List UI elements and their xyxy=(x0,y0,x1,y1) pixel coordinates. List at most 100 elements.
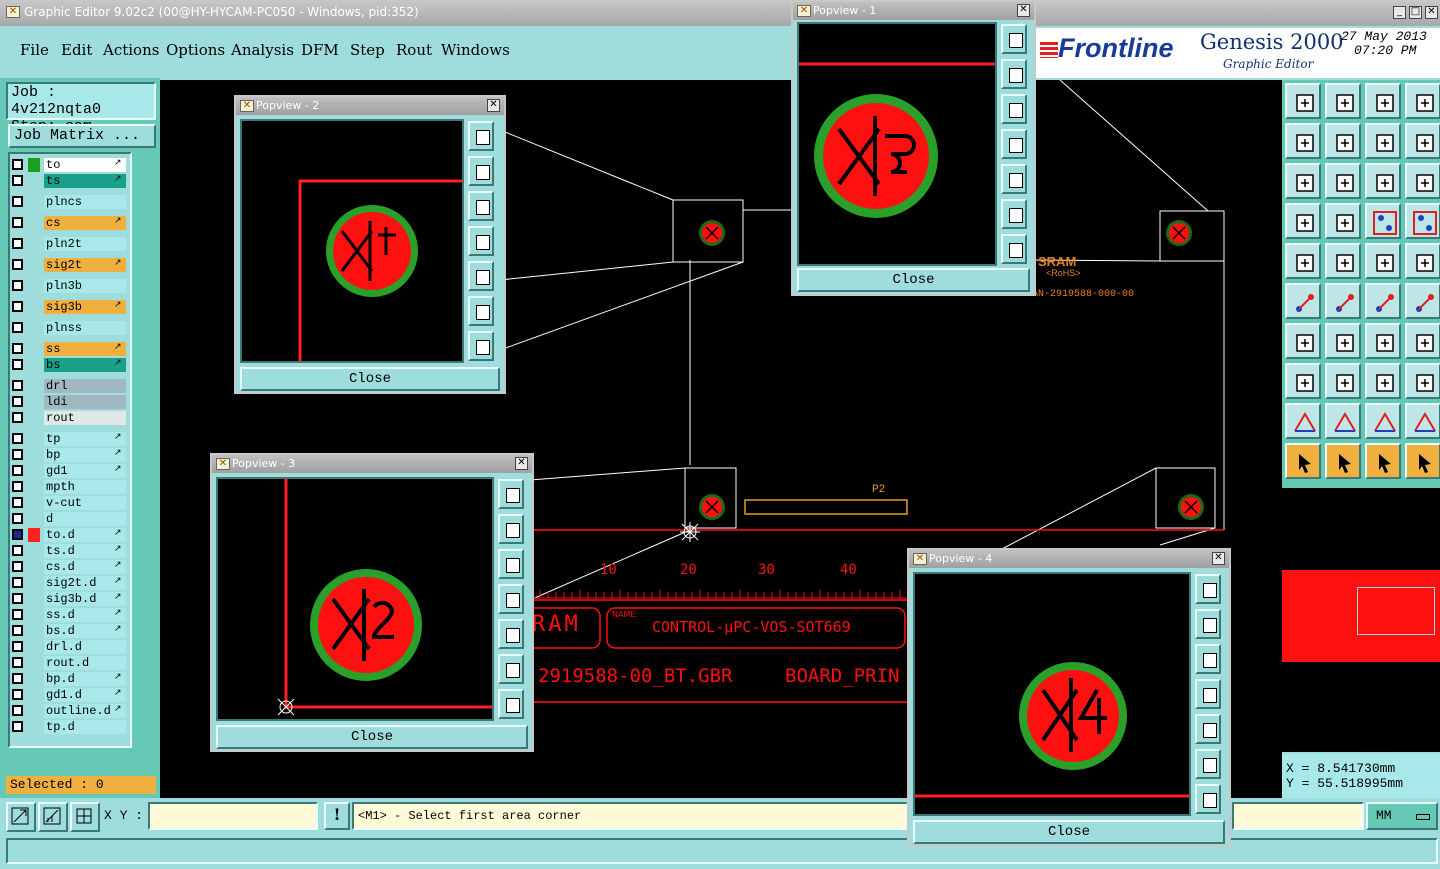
layer-name[interactable]: pln2t xyxy=(44,237,126,251)
layer-checkbox[interactable] xyxy=(12,196,23,207)
layer-checkbox[interactable] xyxy=(12,609,23,620)
popview-1-window[interactable]: ✕ Popview - 1 ✕ Close xyxy=(791,0,1036,296)
layer-name[interactable]: ldi xyxy=(44,395,126,409)
draw-line-icon[interactable] xyxy=(1325,243,1361,279)
layer-checkbox[interactable] xyxy=(12,641,23,652)
layer-checkbox[interactable] xyxy=(12,513,23,524)
pan-right-icon[interactable] xyxy=(1001,164,1027,194)
layer-checkbox[interactable] xyxy=(12,396,23,407)
zoom-out-icon[interactable] xyxy=(468,331,494,361)
layer-checkbox[interactable] xyxy=(12,259,23,270)
layer-checkbox[interactable] xyxy=(12,497,23,508)
triangle-4-icon[interactable] xyxy=(1405,403,1440,439)
popview-4-close-button[interactable]: Close xyxy=(913,820,1225,844)
pan-left-icon[interactable] xyxy=(498,584,524,614)
close-icon[interactable]: ✕ xyxy=(1425,6,1438,19)
pan-down-icon[interactable] xyxy=(1195,644,1221,674)
pointer-box-icon[interactable] xyxy=(1325,443,1361,479)
menu-options[interactable]: Options xyxy=(166,41,225,59)
layer-row-pln2t[interactable]: pln2t xyxy=(12,237,130,252)
zoom-home-icon[interactable] xyxy=(1001,24,1027,54)
menu-dfm[interactable]: DFM xyxy=(301,41,339,59)
layer-checkbox[interactable] xyxy=(12,159,23,170)
zoom-in-icon[interactable] xyxy=(498,654,524,684)
split-view-icon[interactable] xyxy=(1405,83,1440,119)
layer-checkbox[interactable] xyxy=(12,238,23,249)
popview-2-window[interactable]: ✕ Popview - 2 ✕ Close xyxy=(234,95,506,394)
layer-row-cs-d[interactable]: cs.d ↗ xyxy=(12,560,130,575)
layer-row-ldi[interactable]: ldi xyxy=(12,395,130,410)
pan-up-icon[interactable] xyxy=(1001,59,1027,89)
layer-checkbox[interactable] xyxy=(12,529,23,540)
layer-checkbox[interactable] xyxy=(12,545,23,556)
layer-row-drl[interactable]: drl xyxy=(12,379,130,394)
zoom-home-icon[interactable] xyxy=(498,479,524,509)
redo-icon[interactable] xyxy=(1405,123,1440,159)
layer-checkbox[interactable] xyxy=(12,705,23,716)
layer-row-cs[interactable]: cs ↗ xyxy=(12,216,130,231)
scale-icon[interactable] xyxy=(1365,163,1401,199)
triangle-3-icon[interactable] xyxy=(1365,403,1401,439)
layer-name[interactable]: drl xyxy=(44,379,126,393)
popview-4-view[interactable] xyxy=(913,572,1191,816)
layer-row-to-d[interactable]: to.d ↗ xyxy=(12,528,130,543)
layer-row-outline-d[interactable]: outline.d ↗ xyxy=(12,704,130,719)
zoom-in-icon[interactable] xyxy=(1285,123,1321,159)
layer-row-to[interactable]: to ↗ xyxy=(12,158,130,173)
minimize-icon[interactable]: _ xyxy=(1393,6,1406,19)
layer-checkbox[interactable] xyxy=(12,301,23,312)
measure-icon[interactable] xyxy=(1365,363,1401,399)
pan-left-icon[interactable] xyxy=(1001,129,1027,159)
popview-3-titlebar[interactable]: ✕ Popview - 3 ✕ xyxy=(212,455,532,473)
zoom-in-icon[interactable] xyxy=(1001,199,1027,229)
zoom-out-icon[interactable] xyxy=(1001,234,1027,264)
pointer-icon[interactable] xyxy=(1285,443,1321,479)
popview-1-view[interactable] xyxy=(797,22,997,266)
layer-checkbox[interactable] xyxy=(12,625,23,636)
menu-windows[interactable]: Windows xyxy=(441,41,510,59)
popview-2-close-icon[interactable]: ✕ xyxy=(487,99,500,112)
layer-row-plncs[interactable]: plncs xyxy=(12,195,130,210)
snap-icon[interactable] xyxy=(1285,203,1321,239)
home-icon[interactable] xyxy=(1365,83,1401,119)
layer-row-tp[interactable]: tp ↗ xyxy=(12,432,130,447)
layer-checkbox[interactable] xyxy=(12,449,23,460)
layer-name[interactable]: pln3b xyxy=(44,279,126,293)
pan-right-icon[interactable] xyxy=(468,261,494,291)
menu-analysis[interactable]: Analysis xyxy=(231,41,294,59)
layer-name[interactable]: drl.d xyxy=(44,640,126,654)
layer-checkbox[interactable] xyxy=(12,322,23,333)
overview-panel[interactable] xyxy=(1282,488,1440,752)
layer-row-v-cut[interactable]: v-cut xyxy=(12,496,130,511)
pointer-circle-icon[interactable] xyxy=(1365,443,1401,479)
zoom-out-icon[interactable] xyxy=(498,689,524,719)
triangle-1-icon[interactable] xyxy=(1285,403,1321,439)
popview-2-view[interactable] xyxy=(240,119,464,363)
layer-checkbox[interactable] xyxy=(12,175,23,186)
layer-checkbox[interactable] xyxy=(12,577,23,588)
popview-1-titlebar[interactable]: ✕ Popview - 1 ✕ xyxy=(793,2,1034,20)
layer-toggle-icon[interactable] xyxy=(1365,203,1401,239)
cross-icon[interactable] xyxy=(1325,283,1361,319)
select-pad-icon[interactable] xyxy=(1285,243,1321,279)
zoom-home-icon[interactable] xyxy=(468,121,494,151)
layer-row-pln3b[interactable]: pln3b xyxy=(12,279,130,294)
layer-name[interactable]: tp.d xyxy=(44,720,126,734)
layer-row-drl-d[interactable]: drl.d xyxy=(12,640,130,655)
layer-list-scrollbar[interactable] xyxy=(138,154,156,746)
layer-row-tp-d[interactable]: tp.d xyxy=(12,720,130,735)
layer-checkbox[interactable] xyxy=(12,657,23,668)
menu-actions[interactable]: Actions xyxy=(103,41,159,59)
snap-center-icon[interactable] xyxy=(1405,243,1440,279)
layer-row-ss-d[interactable]: ss.d ↗ xyxy=(12,608,130,623)
popview-3-close-icon[interactable]: ✕ xyxy=(515,457,528,470)
ruler-icon[interactable] xyxy=(1365,243,1401,279)
popview-3-close-button[interactable]: Close xyxy=(216,725,528,749)
menu-rout[interactable]: Rout xyxy=(396,41,432,59)
layer-checkbox[interactable] xyxy=(12,412,23,423)
popview-2-close-button[interactable]: Close xyxy=(240,367,500,391)
zoom-in-icon[interactable] xyxy=(1195,749,1221,779)
popview-3-window[interactable]: ✕ Popview - 3 ✕ Close xyxy=(210,453,534,752)
pan-left-icon[interactable] xyxy=(468,226,494,256)
pan-right-icon[interactable] xyxy=(498,619,524,649)
